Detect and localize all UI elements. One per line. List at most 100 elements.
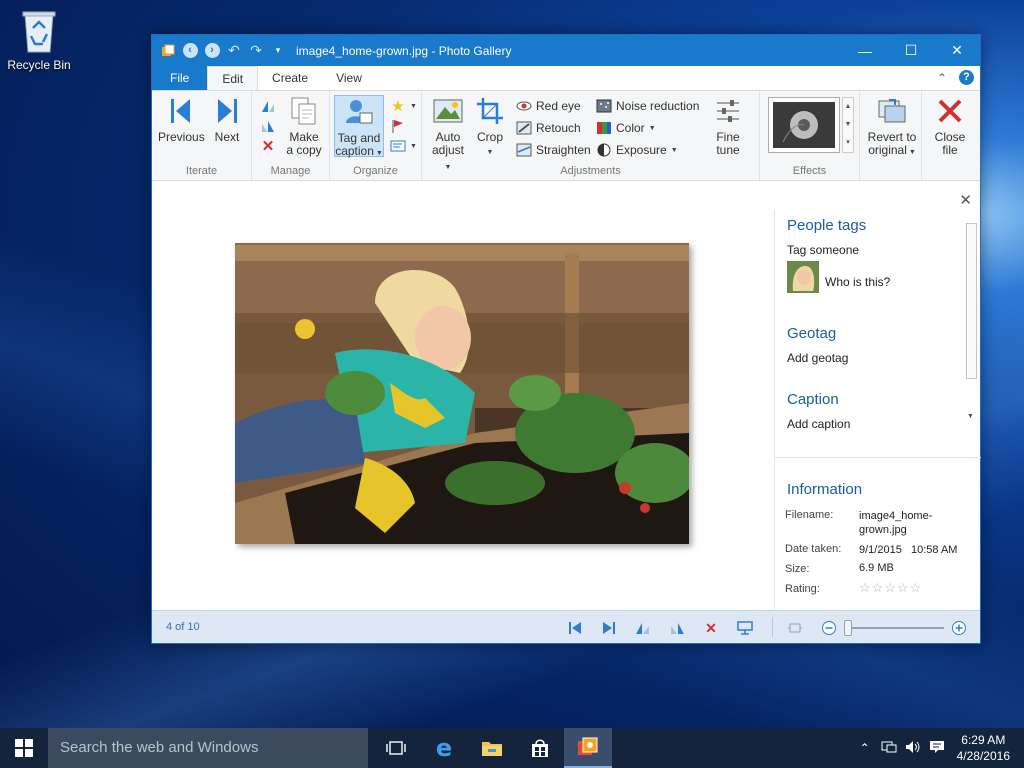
zoom-slider[interactable]	[844, 620, 944, 636]
info-pane: ✕ People tags Tag someone Who is this? G…	[774, 192, 981, 611]
action-center-icon[interactable]	[925, 740, 949, 757]
effect-thumbnail-bw[interactable]	[768, 97, 840, 153]
color-icon	[596, 120, 612, 136]
rotate-left-status-icon[interactable]	[634, 619, 652, 637]
first-photo-icon[interactable]	[566, 619, 584, 637]
auto-adjust-button[interactable]: Auto adjust ▼	[428, 95, 468, 174]
back-icon[interactable]: ‹	[182, 43, 198, 59]
tab-file[interactable]: File	[152, 66, 208, 90]
star-icon: ★	[391, 98, 405, 115]
redo-icon[interactable]: ↷	[248, 42, 264, 59]
make-copy-button[interactable]: Make a copy	[282, 95, 326, 157]
edge-button[interactable]: e	[420, 728, 468, 768]
undo-icon[interactable]: ↶	[226, 42, 242, 59]
flag-button[interactable]	[390, 117, 406, 135]
slideshow-icon[interactable]	[736, 619, 754, 637]
effects-scroll[interactable]: ▲ ▼ ▾	[842, 97, 854, 153]
filename-value: image4_home-grown.jpg	[859, 510, 933, 536]
file-explorer-button[interactable]	[468, 728, 516, 768]
app-icon[interactable]	[160, 43, 176, 59]
delete-status-icon[interactable]: ✕	[702, 619, 720, 637]
rotate-right-status-icon[interactable]	[668, 619, 686, 637]
revert-to-original-button[interactable]: Revert to original ▼	[864, 95, 920, 159]
zoom-slider-thumb[interactable]	[844, 620, 852, 636]
desktop-icon-label: Recycle Bin	[7, 58, 71, 72]
maximize-button[interactable]: ☐	[888, 35, 934, 66]
size-value: 6.9 MB	[859, 562, 894, 574]
taskbar-clock[interactable]: 6:29 AM 4/28/2016	[949, 732, 1024, 764]
exposure-button[interactable]: Exposure ▼	[596, 141, 678, 159]
rotate-right-button[interactable]	[260, 117, 276, 135]
crop-icon	[474, 95, 506, 127]
person-thumbnail[interactable]	[787, 261, 819, 293]
tab-edit[interactable]: Edit	[207, 66, 259, 90]
rating-stars[interactable]: ☆☆☆☆☆	[859, 581, 969, 595]
rating-star[interactable]: ☆	[884, 580, 897, 595]
tag-and-caption-button[interactable]: Tag and caption ▼	[334, 95, 384, 158]
add-geotag-link[interactable]: Add geotag	[787, 351, 848, 365]
clock-time: 6:29 AM	[961, 733, 1006, 747]
retouch-button[interactable]: Retouch	[516, 119, 581, 137]
tab-view[interactable]: View	[322, 66, 376, 90]
rotate-left-button[interactable]	[260, 97, 276, 115]
tag-someone-link[interactable]: Tag someone	[787, 243, 859, 257]
customize-qat-icon[interactable]: ▾	[270, 43, 286, 59]
fine-tune-button[interactable]: Fine tune	[708, 95, 748, 157]
rotate-left-icon	[260, 98, 276, 114]
volume-icon[interactable]	[901, 740, 925, 757]
close-file-button[interactable]: Close file	[928, 95, 972, 157]
main-content: ✕ People tags Tag someone Who is this? G…	[152, 181, 981, 611]
last-photo-icon[interactable]	[600, 619, 618, 637]
rating-star[interactable]: ☆	[859, 580, 872, 595]
noise-reduction-icon	[596, 98, 612, 114]
help-icon[interactable]: ?	[959, 70, 974, 85]
rate-button[interactable]: ★ ▼	[390, 97, 417, 115]
status-divider	[772, 617, 773, 637]
rating-label: Rating:	[785, 583, 820, 595]
taskbar-search-box[interactable]: Search the web and Windows	[48, 728, 368, 768]
red-eye-button[interactable]: Red eye	[516, 97, 581, 115]
tab-create[interactable]: Create	[258, 66, 322, 90]
close-file-icon	[934, 95, 966, 127]
color-button[interactable]: Color ▼	[596, 119, 656, 137]
close-window-button[interactable]: ✕	[934, 35, 980, 66]
store-button[interactable]	[516, 728, 564, 768]
info-pane-scrollbar[interactable]: ▼	[964, 209, 978, 427]
start-button[interactable]	[0, 728, 48, 768]
noise-reduction-button[interactable]: Noise reduction	[596, 97, 699, 115]
rating-star[interactable]: ☆	[910, 580, 923, 595]
delete-icon: ✕	[261, 138, 275, 155]
next-button[interactable]: Next	[208, 95, 246, 144]
delete-button[interactable]: ✕	[260, 137, 276, 155]
crop-button[interactable]: Crop ▼	[472, 95, 508, 159]
scrollbar-thumb[interactable]	[966, 223, 977, 379]
add-caption-link[interactable]: Add caption	[787, 417, 850, 431]
minimize-button[interactable]: —	[842, 35, 888, 66]
task-view-button[interactable]	[372, 728, 420, 768]
straighten-button[interactable]: Straighten	[516, 141, 591, 159]
show-hidden-icons-icon[interactable]: ⌃	[853, 741, 877, 755]
rating-star[interactable]: ☆	[897, 580, 910, 595]
collapse-ribbon-icon[interactable]: ⌃	[937, 71, 947, 85]
zoom-in-icon[interactable]	[950, 619, 968, 637]
forward-icon[interactable]: ›	[204, 43, 220, 59]
previous-button[interactable]: Previous	[158, 95, 205, 144]
network-icon[interactable]	[877, 740, 901, 757]
geotag-title: Geotag	[787, 325, 837, 342]
window-title: image4_home-grown.jpg - Photo Gallery	[296, 43, 512, 58]
group-close: Close file	[922, 91, 978, 180]
desktop-icon-recycle-bin[interactable]: Recycle Bin	[4, 6, 74, 72]
actual-size-icon[interactable]	[786, 619, 804, 637]
properties-button[interactable]: ▼	[390, 137, 417, 155]
rating-star[interactable]: ☆	[872, 580, 885, 595]
photo-gallery-taskbar-button[interactable]	[564, 728, 612, 768]
retouch-icon	[516, 120, 532, 136]
who-is-this-link[interactable]: Who is this?	[825, 275, 890, 289]
scroll-down-icon[interactable]: ▼	[967, 413, 974, 420]
photo-count: 4 of 10	[166, 621, 200, 633]
flag-icon	[390, 118, 406, 134]
close-pane-icon[interactable]: ✕	[959, 191, 972, 209]
zoom-out-icon[interactable]	[820, 619, 838, 637]
rotate-right-icon	[260, 118, 276, 134]
photo-viewer[interactable]	[235, 243, 689, 544]
